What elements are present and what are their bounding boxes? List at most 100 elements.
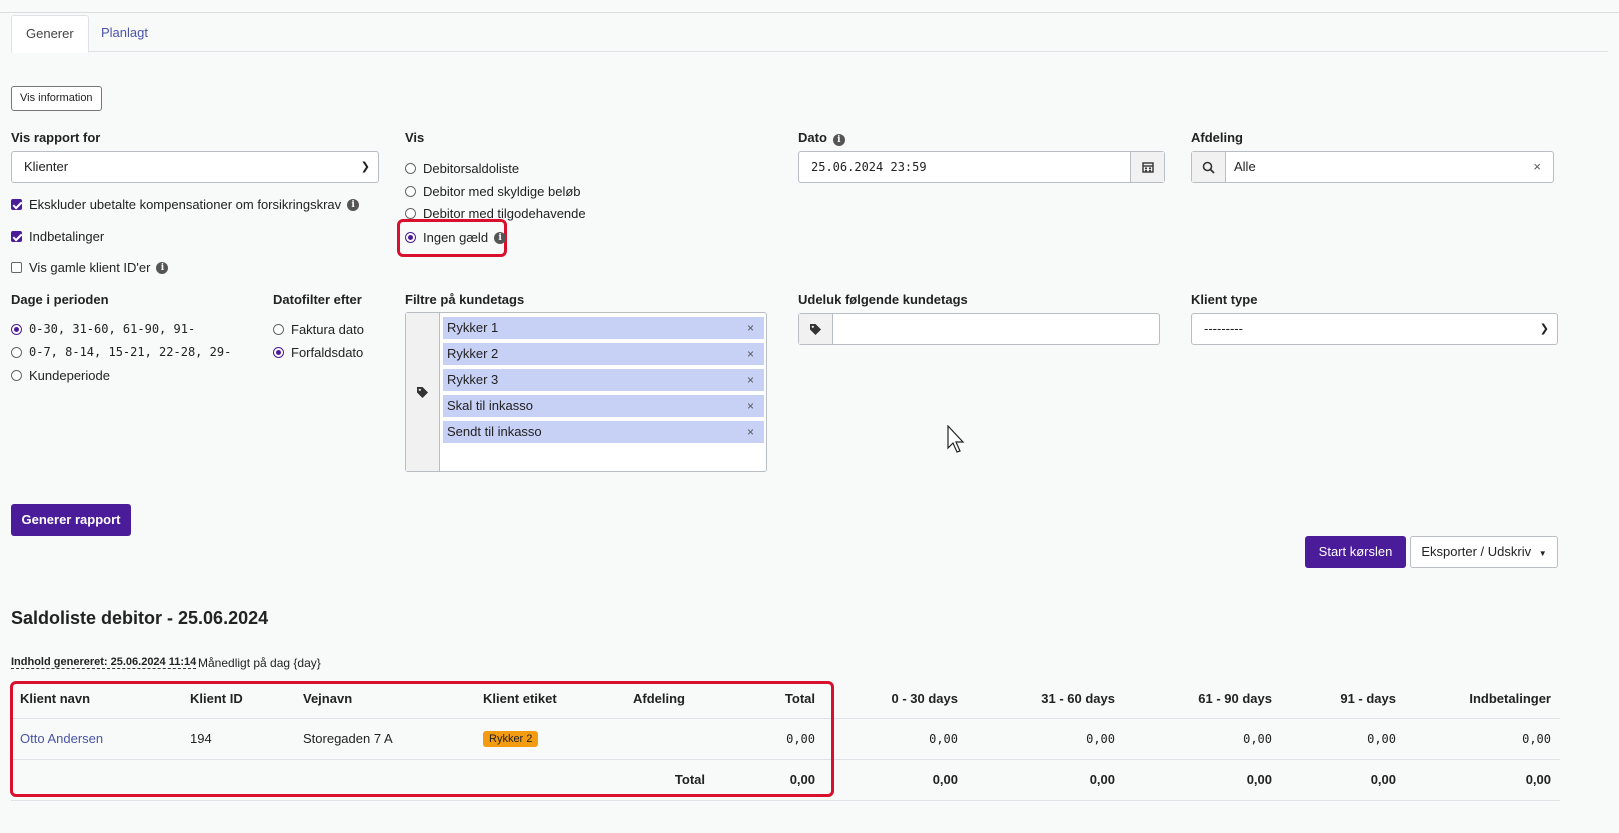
tag-icon bbox=[406, 313, 440, 471]
export-print-label: Eksporter / Udskriv bbox=[1421, 544, 1532, 559]
radio-label: Ingen gæld bbox=[423, 230, 489, 245]
radio-button-selected[interactable] bbox=[273, 347, 284, 358]
checkbox-old-client-ids[interactable]: Vis gamle klient ID'er i bbox=[11, 260, 169, 275]
total-61-90: 0,00 bbox=[1124, 759, 1281, 801]
info-icon[interactable]: i bbox=[156, 261, 169, 274]
radio-label: Debitor med skyldige beløb bbox=[423, 184, 581, 199]
total-0-30: 0,00 bbox=[824, 759, 967, 801]
department-input-group: Alle × bbox=[1191, 151, 1554, 183]
exclude-tags-input[interactable] bbox=[798, 313, 1160, 345]
report-title: Saldoliste debitor - 25.06.2024 bbox=[11, 608, 269, 628]
period-label: Dage i perioden bbox=[11, 292, 109, 307]
clear-icon[interactable]: × bbox=[1533, 152, 1541, 182]
report-for-value: Klienter bbox=[24, 159, 69, 174]
radio-period-weekly[interactable]: 0-7, 8-14, 15-21, 22-28, 29- bbox=[11, 345, 231, 359]
date-label: Dato i bbox=[798, 130, 845, 146]
remove-tag-icon[interactable]: × bbox=[747, 369, 754, 391]
tab-generer[interactable]: Generer bbox=[11, 15, 89, 53]
highlight-box bbox=[10, 681, 834, 797]
search-icon bbox=[1192, 152, 1226, 182]
tab-planlagt[interactable]: Planlagt bbox=[87, 15, 162, 52]
total-91: 0,00 bbox=[1281, 759, 1405, 801]
radio-button[interactable] bbox=[405, 208, 416, 219]
start-run-button[interactable]: Start kørslen bbox=[1305, 536, 1406, 568]
remove-tag-icon[interactable]: × bbox=[747, 395, 754, 417]
radio-label: Kundeperiode bbox=[29, 368, 110, 383]
tag-chip: Skal til inkasso × bbox=[443, 395, 764, 417]
radio-button[interactable] bbox=[405, 186, 416, 197]
payments-cell: 0,00 bbox=[1405, 718, 1560, 760]
generated-timestamp: Indhold genereret: 25.06.2024 11:14 bbox=[11, 656, 197, 669]
radio-button-selected[interactable] bbox=[405, 232, 416, 243]
radio-ingen-gaeld[interactable]: Ingen gæld i bbox=[405, 230, 507, 245]
date-input-group: 25.06.2024 23:59 bbox=[798, 151, 1165, 183]
report-for-label: Vis rapport for bbox=[11, 130, 101, 145]
chevron-down-icon: ❯ bbox=[1539, 323, 1549, 335]
top-divider bbox=[0, 12, 1619, 13]
tag-chip: Sendt til inkasso × bbox=[443, 421, 764, 443]
days-31-60-cell: 0,00 bbox=[967, 718, 1124, 760]
chevron-down-icon: ❯ bbox=[360, 161, 370, 173]
calendar-icon[interactable] bbox=[1130, 152, 1164, 182]
col-header[interactable]: 61 - 90 days bbox=[1124, 680, 1281, 719]
remove-tag-icon[interactable]: × bbox=[747, 421, 754, 443]
department-label: Afdeling bbox=[1191, 130, 1243, 145]
mouse-cursor-icon bbox=[947, 425, 965, 453]
tag-filter-input[interactable]: Rykker 1 × Rykker 2 × Rykker 3 × Skal til i… bbox=[405, 312, 767, 472]
generate-report-button[interactable]: Generer rapport bbox=[11, 504, 131, 536]
schedule-text: Månedligt på dag {day} bbox=[198, 656, 321, 670]
vis-label: Vis bbox=[405, 130, 425, 145]
date-input[interactable]: 25.06.2024 23:59 bbox=[811, 152, 927, 182]
checkbox-exclude-compensation[interactable]: Ekskluder ubetalte kompensationer om for… bbox=[11, 197, 360, 212]
checkbox-payments[interactable]: Indbetalinger bbox=[11, 229, 104, 244]
info-button[interactable]: Vis information bbox=[11, 86, 102, 111]
days-61-90-cell: 0,00 bbox=[1124, 718, 1281, 760]
department-input[interactable]: Alle bbox=[1234, 152, 1256, 182]
radio-debitorsaldoliste[interactable]: Debitorsaldoliste bbox=[405, 161, 519, 176]
checkbox-label: Ekskluder ubetalte kompensationer om for… bbox=[29, 197, 342, 212]
radio-period-customer[interactable]: Kundeperiode bbox=[11, 368, 110, 383]
tag-filter-label: Filtre på kundetags bbox=[405, 292, 525, 307]
report-for-select[interactable]: Klienter ❯ bbox=[11, 151, 379, 183]
tag-icon bbox=[799, 314, 833, 344]
radio-label: Faktura dato bbox=[291, 322, 364, 337]
checkbox-unchecked[interactable] bbox=[11, 262, 22, 273]
radio-label: Debitorsaldoliste bbox=[423, 161, 520, 176]
checkbox-label: Indbetalinger bbox=[29, 229, 105, 244]
radio-due-date[interactable]: Forfaldsdato bbox=[273, 345, 363, 360]
client-type-label: Klient type bbox=[1191, 292, 1258, 307]
radio-invoice-date[interactable]: Faktura dato bbox=[273, 322, 364, 337]
days-0-30-cell: 0,00 bbox=[824, 718, 967, 760]
col-header[interactable]: 0 - 30 days bbox=[824, 680, 967, 719]
remove-tag-icon[interactable]: × bbox=[747, 343, 754, 365]
radio-button[interactable] bbox=[273, 324, 284, 335]
radio-button[interactable] bbox=[11, 370, 22, 381]
col-header[interactable]: 31 - 60 days bbox=[967, 680, 1124, 719]
total-31-60: 0,00 bbox=[967, 759, 1124, 801]
client-type-value: --------- bbox=[1204, 321, 1243, 336]
checkbox-checked[interactable] bbox=[11, 199, 22, 210]
tag-chip: Rykker 1 × bbox=[443, 317, 764, 339]
radio-label: 0-30, 31-60, 61-90, 91- bbox=[29, 322, 196, 336]
radio-label: Forfaldsdato bbox=[291, 345, 364, 360]
checkbox-checked[interactable] bbox=[11, 231, 22, 242]
datefilter-label: Datofilter efter bbox=[273, 292, 362, 307]
client-type-select[interactable]: --------- ❯ bbox=[1191, 313, 1558, 345]
radio-period-standard[interactable]: 0-30, 31-60, 61-90, 91- bbox=[11, 322, 195, 336]
radio-label: 0-7, 8-14, 15-21, 22-28, 29- bbox=[29, 345, 232, 359]
col-header[interactable]: Indbetalinger bbox=[1405, 680, 1560, 719]
info-icon[interactable]: i bbox=[347, 198, 360, 211]
days-91-cell: 0,00 bbox=[1281, 718, 1405, 760]
info-icon[interactable]: i bbox=[494, 231, 507, 244]
radio-button-selected[interactable] bbox=[11, 323, 22, 335]
tag-chip: Rykker 2 × bbox=[443, 343, 764, 365]
export-print-button[interactable]: Eksporter / Udskriv ▼ bbox=[1410, 536, 1558, 568]
radio-button[interactable] bbox=[405, 163, 416, 174]
radio-skyldige[interactable]: Debitor med skyldige beløb bbox=[405, 184, 581, 199]
info-icon[interactable]: i bbox=[832, 134, 845, 146]
tab-bar: Generer Planlagt bbox=[11, 15, 1608, 53]
remove-tag-icon[interactable]: × bbox=[747, 317, 754, 339]
col-header[interactable]: 91 - days bbox=[1281, 680, 1405, 719]
exclude-tags-label: Udeluk følgende kundetags bbox=[798, 292, 968, 307]
radio-button[interactable] bbox=[11, 346, 22, 358]
